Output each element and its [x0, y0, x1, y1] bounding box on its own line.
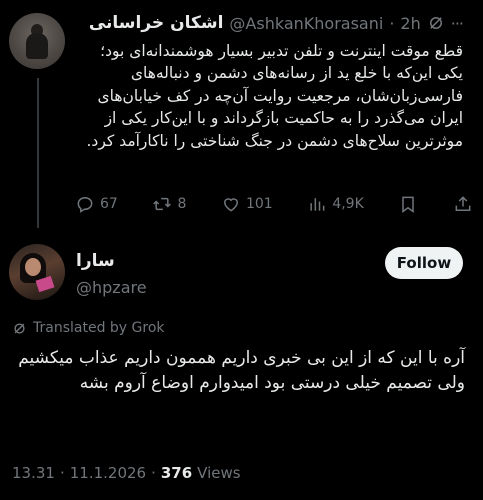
like-button[interactable]: 101: [221, 194, 273, 214]
like-count: 101: [245, 196, 273, 212]
author-name[interactable]: اشکان خراسانی: [89, 13, 224, 33]
bookmark-button[interactable]: [398, 194, 418, 214]
grok-icon[interactable]: [427, 14, 445, 32]
follow-button[interactable]: Follow: [385, 247, 463, 279]
translated-label: Translated by Grok: [33, 320, 165, 336]
separator-dot: ·: [389, 13, 395, 33]
views-count: 4,9K: [332, 196, 364, 212]
author-handle[interactable]: @AshkanKhorasani: [229, 14, 383, 33]
reply-count: 67: [100, 196, 118, 212]
tweet-meta: 13.31 · 11.1.2026 · 376 Views: [12, 464, 241, 482]
repost-icon: [153, 197, 172, 211]
share-button[interactable]: [453, 194, 473, 214]
bookmark-icon: [402, 196, 415, 213]
separator-dot: ·: [151, 464, 156, 482]
reply-button[interactable]: 67: [75, 194, 118, 214]
tweet-time[interactable]: 2h: [400, 14, 420, 33]
share-icon: [455, 196, 471, 211]
tweet-actions: 67 8 101 4,9K: [75, 192, 473, 216]
parent-tweet[interactable]: اشکان خراسانی @AshkanKhorasani · 2h ··· …: [0, 0, 483, 232]
analytics-icon: [310, 198, 325, 211]
tweet-time[interactable]: 13.31: [12, 464, 55, 482]
author-handle[interactable]: @hpzare: [76, 278, 147, 297]
reply-icon: [77, 196, 93, 213]
tweet-text: آره با این که از این بی خبری داریم هممون…: [18, 348, 465, 393]
tweet-text: قطع موقت اینترنت و تلفن تدبیر بسیار هوشم…: [86, 42, 464, 150]
translation-notice[interactable]: Translated by Grok: [12, 320, 165, 336]
author-name[interactable]: سارا: [76, 251, 115, 271]
thread-connector-line: [37, 78, 39, 228]
views-button[interactable]: 4,9K: [307, 194, 364, 214]
views-count: 376: [160, 464, 193, 482]
avatar[interactable]: [9, 244, 65, 300]
repost-button[interactable]: 8: [152, 194, 186, 214]
separator-dot: ·: [59, 464, 65, 482]
tweet-date[interactable]: 11.1.2026: [70, 464, 146, 482]
tweet-header: اشکان خراسانی @AshkanKhorasani · 2h ···: [89, 12, 464, 34]
grok-icon: [14, 322, 25, 334]
heart-icon: [223, 198, 238, 212]
avatar[interactable]: [9, 13, 65, 69]
views-label: Views: [197, 464, 241, 482]
more-options-icon[interactable]: ···: [451, 14, 464, 33]
repost-count: 8: [177, 196, 187, 212]
